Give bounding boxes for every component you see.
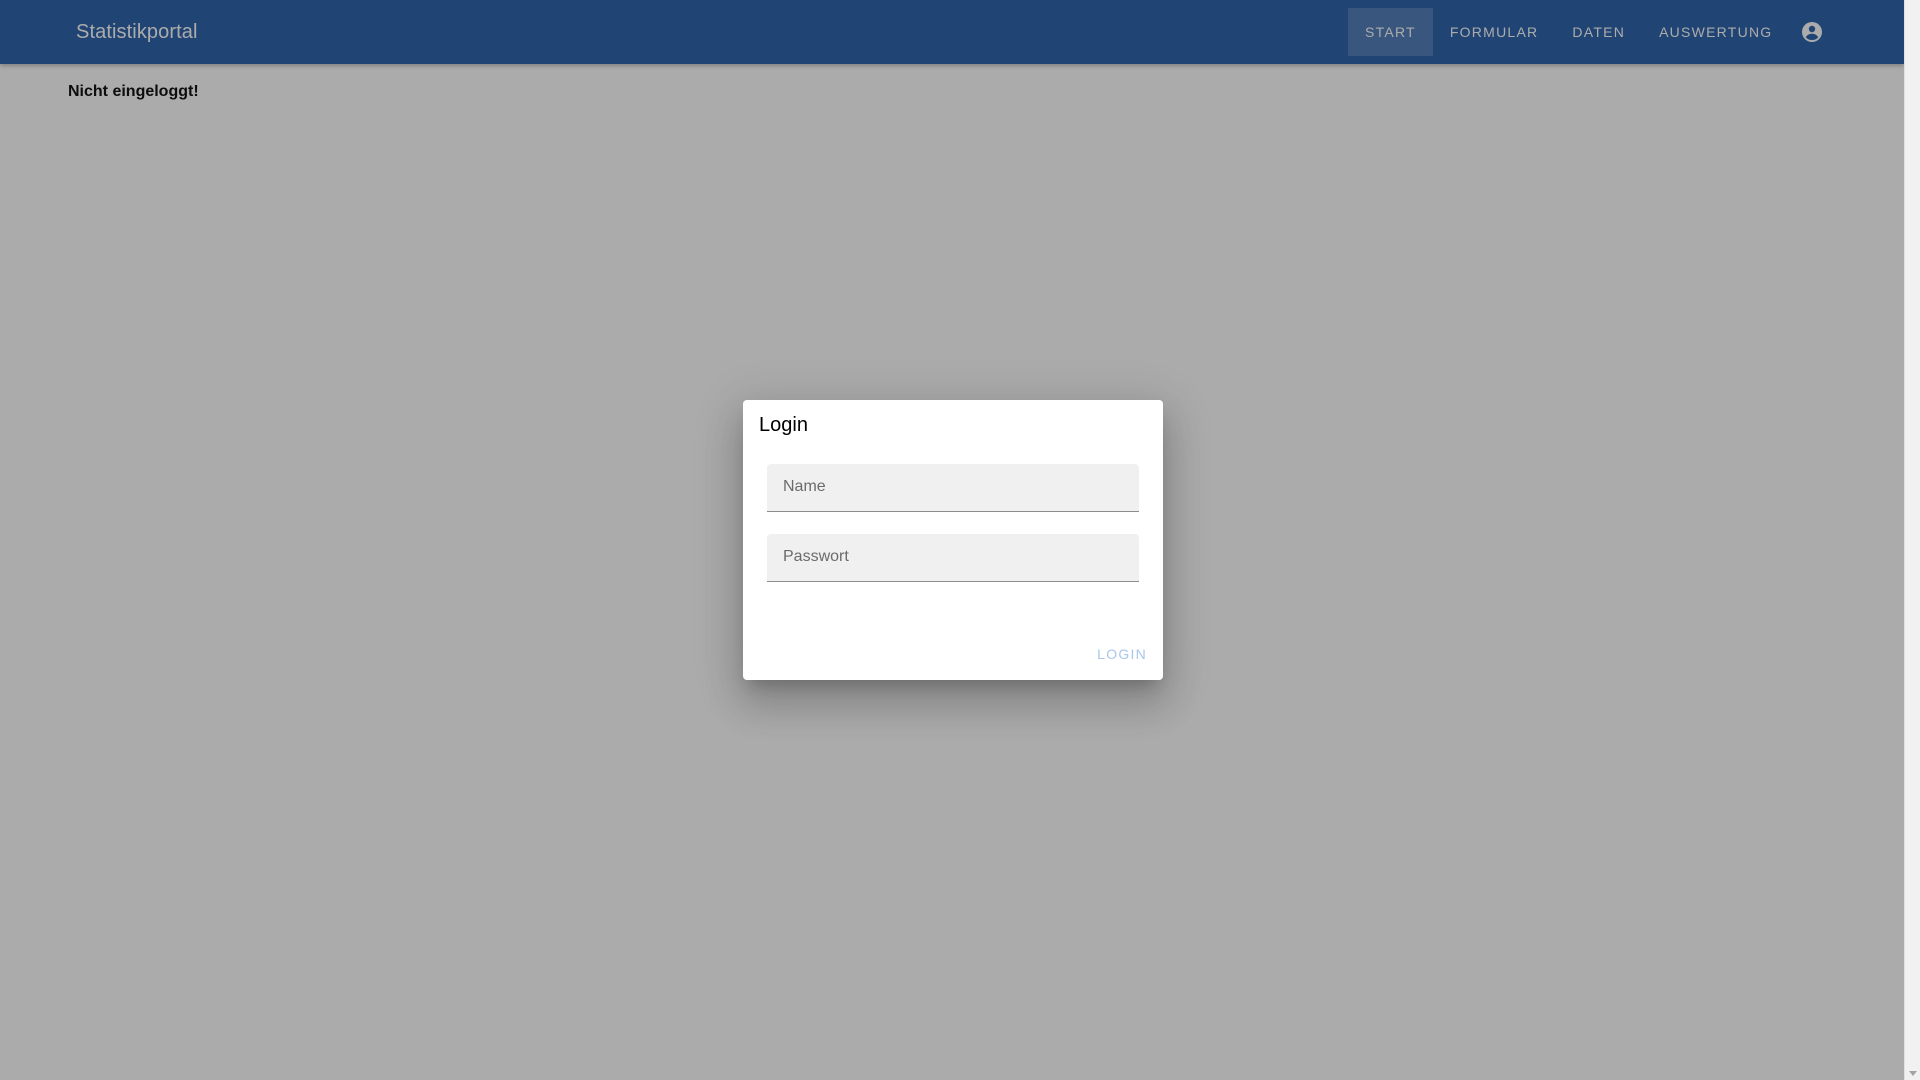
login-dialog: Login Name Passwort LOGIN xyxy=(743,400,1163,680)
name-field[interactable]: Name xyxy=(767,464,1139,512)
password-field[interactable]: Passwort xyxy=(767,534,1139,582)
login-button[interactable]: LOGIN xyxy=(1095,642,1149,666)
scroll-down-arrow-icon[interactable] xyxy=(1909,1071,1917,1076)
vertical-scrollbar[interactable] xyxy=(1904,0,1920,1080)
dialog-title: Login xyxy=(759,414,808,436)
password-field-label: Passwort xyxy=(783,548,849,565)
name-field-label: Name xyxy=(783,478,826,495)
